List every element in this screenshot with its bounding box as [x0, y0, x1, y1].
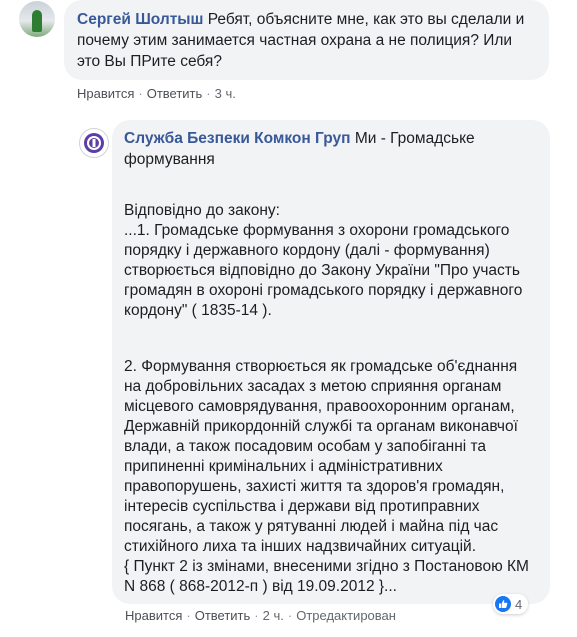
like-icon: [495, 596, 511, 612]
paragraph: 2. Формування створюється як громадське …: [124, 358, 529, 595]
like-link[interactable]: Нравится: [125, 608, 182, 623]
reaction-count: 4: [515, 596, 523, 612]
comment-author[interactable]: Сергей Шолтыш: [77, 11, 203, 28]
comment-text: Відповідно до закону: ...1. Громадське ф…: [124, 181, 538, 617]
comment-author[interactable]: Служба Безпеки Комкон Груп: [124, 130, 351, 147]
shield-logo-icon: [84, 133, 104, 153]
paragraph: Відповідно до закону: ...1. Громадське ф…: [124, 202, 523, 319]
comment-timestamp[interactable]: 2 ч.: [263, 608, 284, 623]
avatar[interactable]: [19, 1, 55, 37]
comment-bubble: Сергей Шолтыш Ребят, объясните мне, как …: [64, 0, 549, 80]
comment-bubble: Служба Безпеки Комкон Груп Ми - Громадсь…: [112, 120, 550, 604]
comment-actions: Нравится · Ответить · 2 ч. · Отредактиро…: [125, 608, 396, 623]
reaction-count-badge[interactable]: 4: [493, 594, 529, 614]
comment-actions: Нравится · Ответить · 3 ч.: [77, 86, 236, 101]
reply-link[interactable]: Ответить: [147, 86, 203, 101]
like-link[interactable]: Нравится: [77, 86, 134, 101]
edited-label[interactable]: Отредактирован: [296, 608, 396, 623]
comment-timestamp[interactable]: 3 ч.: [215, 86, 236, 101]
reply-link[interactable]: Ответить: [195, 608, 251, 623]
avatar[interactable]: [79, 128, 109, 158]
